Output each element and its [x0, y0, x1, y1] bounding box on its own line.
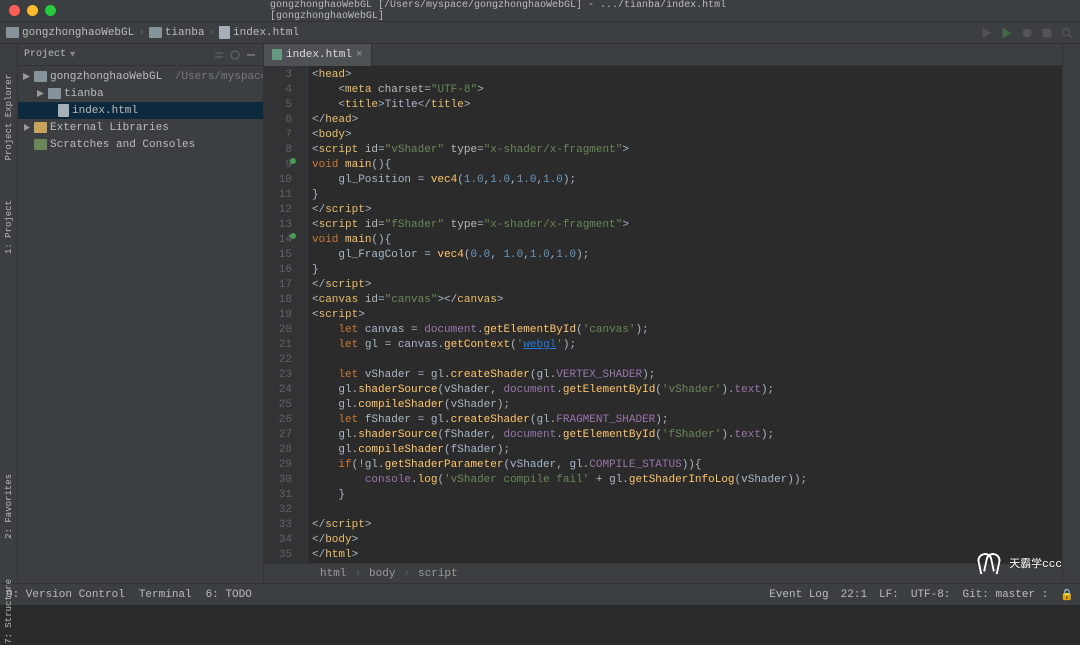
- status-encoding[interactable]: UTF-8:: [911, 589, 951, 601]
- tab-label: index.html: [286, 49, 352, 61]
- right-tool-strip: [1062, 44, 1080, 583]
- left-tool-strip: Project Explorer 1: Project 2: Favorites…: [0, 44, 18, 583]
- editor-breadcrumb[interactable]: html› body› script: [264, 563, 1062, 583]
- maximize-window-button[interactable]: [45, 5, 56, 16]
- status-caret-pos: 22:1: [841, 589, 867, 601]
- debug-icon[interactable]: [1020, 26, 1034, 40]
- tree-file-selected[interactable]: index.html: [18, 102, 263, 119]
- status-event-log[interactable]: Event Log: [769, 589, 828, 601]
- nav-crumb-folder[interactable]: tianba: [149, 27, 205, 39]
- close-window-button[interactable]: [9, 5, 20, 16]
- tree-scratches[interactable]: Scratches and Consoles: [18, 136, 263, 153]
- code-lines[interactable]: <head> <meta charset="UTF-8"> <title>Tit…: [308, 66, 1062, 563]
- expand-icon[interactable]: [36, 89, 45, 98]
- status-git-branch[interactable]: Git: master :: [962, 589, 1048, 601]
- tab-structure[interactable]: 7: Structure: [4, 579, 14, 644]
- lock-icon: 🔒: [1060, 588, 1074, 602]
- chevron-right-icon: ›: [138, 27, 145, 39]
- minimize-window-button[interactable]: [27, 5, 38, 16]
- chevron-right-icon: ›: [208, 27, 215, 39]
- project-tool-window: Project ▾ gongzhonghaoWebGL /Users/myspa…: [18, 44, 264, 583]
- window-titlebar: gongzhonghaoWebGL [/Users/myspace/gongzh…: [0, 0, 1080, 22]
- editor-tabs: index.html ×: [264, 44, 1062, 66]
- collapse-icon[interactable]: [22, 123, 31, 132]
- status-terminal[interactable]: Terminal: [139, 589, 192, 601]
- tab-favorites[interactable]: 2: Favorites: [4, 474, 14, 539]
- close-tab-icon[interactable]: ×: [356, 49, 363, 61]
- editor-tab-active[interactable]: index.html ×: [264, 44, 372, 66]
- gutter-marks: [298, 66, 308, 563]
- gear-icon[interactable]: [229, 49, 241, 61]
- collapse-all-icon[interactable]: [213, 49, 225, 61]
- editor-pane: index.html × 345678910111213141516171819…: [264, 44, 1062, 583]
- run-icon[interactable]: [1000, 26, 1014, 40]
- expand-icon[interactable]: [22, 72, 31, 81]
- tab-project[interactable]: 1: Project: [4, 200, 14, 254]
- project-tree[interactable]: gongzhonghaoWebGL /Users/myspace/gongzho…: [18, 66, 263, 155]
- status-line-sep[interactable]: LF:: [879, 589, 899, 601]
- line-number-gutter: 3456789101112131415161718192021222324252…: [264, 66, 298, 563]
- project-tool-header: Project ▾: [18, 44, 263, 66]
- code-editor[interactable]: 3456789101112131415161718192021222324252…: [264, 66, 1062, 563]
- nav-crumb-project[interactable]: gongzhonghaoWebGL: [6, 27, 134, 39]
- search-icon[interactable]: [1060, 26, 1074, 40]
- tree-external-libs[interactable]: External Libraries: [18, 119, 263, 136]
- status-bar: 9: Version Control Terminal 6: TODO Even…: [0, 583, 1080, 605]
- nav-crumb-file[interactable]: index.html: [219, 26, 299, 39]
- hide-icon[interactable]: [245, 49, 257, 61]
- status-vcs[interactable]: 9: Version Control: [6, 589, 125, 601]
- tree-folder[interactable]: tianba: [18, 85, 263, 102]
- tab-project-explorer[interactable]: Project Explorer: [4, 74, 14, 160]
- stop-icon[interactable]: [1040, 26, 1054, 40]
- navigation-bar: gongzhonghaoWebGL › tianba › index.html: [0, 22, 1080, 44]
- build-icon[interactable]: [980, 26, 994, 40]
- window-title: gongzhonghaoWebGL [/Users/myspace/gongzh…: [270, 0, 810, 22]
- tree-root[interactable]: gongzhonghaoWebGL /Users/myspace/gongzho…: [18, 68, 263, 85]
- status-todo[interactable]: 6: TODO: [206, 589, 252, 601]
- project-tool-title: Project: [24, 49, 66, 60]
